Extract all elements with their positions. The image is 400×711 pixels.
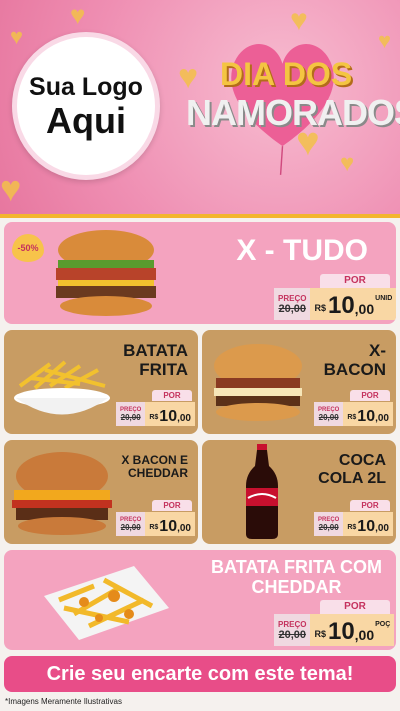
price-value: 10 (159, 408, 178, 425)
item-title-line2: COLA 2L (318, 469, 386, 487)
price-box: PREÇO 20,00 R$ 10 ,00 (116, 512, 195, 536)
old-price-value: 20,00 (318, 522, 339, 532)
por-label: POR (350, 500, 390, 511)
price-value: 10 (327, 618, 355, 645)
price-tag: POR PREÇO 20,00 R$ 10 ,00 (116, 500, 195, 536)
menu-item-x-bacon[interactable]: X- BACON POR PREÇO 20,00 R$ 10 ,00 (202, 330, 396, 434)
price-value: 10 (159, 518, 178, 535)
heart-icon: ♥ (10, 24, 24, 49)
soda-bottle-icon (246, 444, 278, 539)
item-title: COCA COLA 2L (318, 452, 386, 487)
old-price: PREÇO 20,00 (116, 512, 146, 536)
heart-icon: ♥ (70, 0, 86, 30)
price-value: 10 (327, 292, 355, 319)
unit-label: UNID (375, 295, 393, 302)
price-cents: ,00 (354, 301, 375, 317)
old-price: PREÇO 20,00 (314, 512, 344, 536)
item-title: X- BACON (323, 341, 386, 379)
price-box: PREÇO 20,00 R$ 10 ,00 (314, 512, 393, 536)
old-price: PREÇO 20,00 (314, 402, 344, 426)
old-price-value: 20,00 (278, 302, 306, 315)
currency: R$ (314, 629, 326, 639)
new-price: R$ 10 ,00 POÇ (310, 614, 395, 646)
logo-placeholder: Sua Logo Aqui (12, 32, 160, 180)
fries-icon (14, 360, 110, 415)
header-banner: ♥ ♥ ♥ ♥ ♥ ♥ ♥ ♥ Sua Logo Aqui DIA DOS NA… (0, 0, 400, 215)
footnote: *Imagens Meramente Ilustrativas (5, 697, 122, 706)
item-title: BATATA FRITA COM CHEDDAR (211, 557, 382, 598)
price-cents: ,00 (177, 413, 191, 424)
heart-icon: ♥ (378, 28, 392, 53)
new-price: R$ 10 ,00 (145, 512, 195, 536)
logo-text-line2: Aqui (46, 99, 126, 141)
price-cents: ,00 (375, 413, 389, 424)
currency: R$ (149, 414, 159, 421)
old-price-value: 20,00 (120, 522, 141, 532)
old-price: PREÇO 20,00 (274, 614, 311, 646)
price-box: PREÇO 20,00 R$ 10 ,00 POÇ (274, 614, 395, 646)
cta-banner[interactable]: Crie seu encarte com este tema! (4, 656, 396, 692)
item-title-line2: CHEDDAR (128, 466, 188, 481)
por-label: POR (320, 600, 390, 614)
item-title-line1: COCA (338, 452, 386, 469)
menu-item-coca-cola[interactable]: COCA COLA 2L POR PREÇO 20,00 R$ 10 ,00 (202, 440, 396, 544)
new-price: R$ 10 ,00 (343, 512, 393, 536)
item-title-line2: BACON (323, 359, 386, 379)
price-tag: POR PREÇO 20,00 R$ 10 ,00 (314, 500, 393, 536)
price-cents: ,00 (375, 523, 389, 534)
logo-text-line1: Sua Logo (29, 72, 143, 101)
price-value: 10 (357, 408, 376, 425)
title-line1: DIA DOS (220, 56, 353, 92)
price-box: PREÇO 20,00 R$ 10 ,00 UNID (274, 288, 396, 320)
menu-item-x-tudo[interactable]: -50% X - TUDO POR PREÇO 20,00 R$ 10 ,00 … (4, 222, 396, 324)
price-box: PREÇO 20,00 R$ 10 ,00 (116, 402, 195, 426)
heart-icon: ♥ (340, 150, 355, 177)
unit-label: POÇ (375, 621, 391, 628)
currency: R$ (314, 303, 326, 313)
por-label: POR (152, 390, 192, 401)
currency: R$ (347, 524, 357, 531)
burger-icon (56, 230, 156, 316)
menu-item-x-bacon-cheddar[interactable]: X BACON E CHEDDAR POR PREÇO 20,00 R$ 10 … (4, 440, 198, 544)
item-title-line1: X- (369, 341, 386, 360)
heart-icon: ♥ (0, 168, 22, 209)
burger-icon (12, 452, 112, 535)
price-cents: ,00 (177, 523, 191, 534)
preco-label: PREÇO (278, 293, 307, 303)
preco-label: PREÇO (278, 619, 307, 629)
por-label: POR (350, 390, 390, 401)
price-box: PREÇO 20,00 R$ 10 ,00 (314, 402, 393, 426)
discount-badge: -50% (12, 234, 44, 262)
new-price: R$ 10 ,00 (145, 402, 195, 426)
por-label: POR (152, 500, 192, 511)
new-price: R$ 10 ,00 UNID (310, 288, 396, 320)
old-price-value: 20,00 (120, 412, 141, 422)
item-title-line1: BATATA (123, 341, 188, 360)
old-price: PREÇO 20,00 (116, 402, 146, 426)
item-title: X - TUDO (236, 234, 368, 267)
burger-icon (214, 344, 302, 421)
item-title-line2: FRITA (139, 359, 188, 379)
old-price: PREÇO 20,00 (274, 288, 311, 320)
price-tag: POR PREÇO 20,00 R$ 10 ,00 (314, 390, 393, 426)
menu-item-batata-frita[interactable]: BATATA FRITA POR PREÇO 20,00 R$ 10 ,00 (4, 330, 198, 434)
currency: R$ (149, 524, 159, 531)
item-title-line2: CHEDDAR (251, 576, 342, 597)
currency: R$ (347, 414, 357, 421)
old-price-value: 20,00 (318, 412, 339, 422)
price-tag: POR PREÇO 20,00 R$ 10 ,00 POÇ (274, 600, 395, 646)
new-price: R$ 10 ,00 (343, 402, 393, 426)
item-title: BATATA FRITA (123, 341, 188, 379)
price-value: 10 (357, 518, 376, 535)
price-tag: POR PREÇO 20,00 R$ 10 ,00 UNID (274, 274, 396, 320)
item-title: X BACON E CHEDDAR (121, 453, 188, 481)
por-label: POR (320, 274, 390, 288)
price-cents: ,00 (354, 627, 375, 643)
price-tag: POR PREÇO 20,00 R$ 10 ,00 (116, 390, 195, 426)
fries-cheddar-icon (44, 566, 169, 640)
old-price-value: 20,00 (278, 628, 306, 641)
menu-item-batata-cheddar[interactable]: BATATA FRITA COM CHEDDAR POR PREÇO 20,00… (4, 550, 396, 650)
title-line2: NAMORADOS (186, 92, 400, 133)
item-title-line1: BATATA FRITA COM (211, 557, 382, 577)
